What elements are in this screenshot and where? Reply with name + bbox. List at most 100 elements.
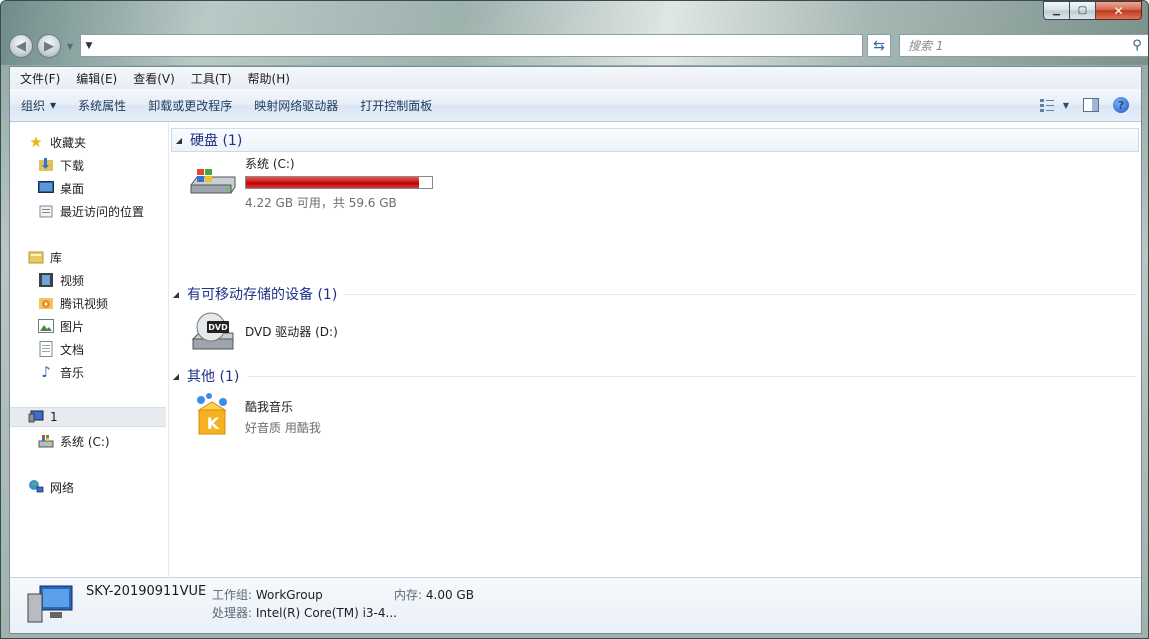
- drive-usage-fill: [246, 177, 419, 188]
- nav-item-downloads[interactable]: 下载: [38, 155, 84, 175]
- workgroup-value: WorkGroup: [255, 588, 323, 602]
- nav-computer-label: 1: [50, 410, 58, 424]
- drive-free-space: 4.22 GB 可用，共 59.6 GB: [245, 196, 397, 210]
- processor-value: Intel(R) Core(TM) i3-4...: [255, 606, 397, 620]
- collapse-triangle-icon[interactable]: ◢: [172, 136, 186, 145]
- documents-icon: [38, 341, 54, 357]
- command-bar: 组织 ▼ 系统属性 卸载或更改程序 映射网络驱动器 打开控制面板 ▼ ?: [10, 89, 1141, 122]
- menu-tools[interactable]: 工具(T): [183, 70, 240, 87]
- back-button[interactable]: ◀: [9, 34, 33, 58]
- group-title: 有可移动存储的设备 (1): [187, 287, 338, 303]
- group-header-removable[interactable]: ◢ 有可移动存储的设备 (1): [169, 283, 1141, 305]
- address-dropdown-icon[interactable]: ▼: [81, 41, 97, 51]
- nav-item-videos[interactable]: 视频: [38, 270, 84, 290]
- drive-name: 系统 (C:): [245, 157, 295, 171]
- nav-item-desktop[interactable]: 桌面: [38, 178, 84, 198]
- dvd-drive-icon: DVD: [191, 312, 234, 350]
- kuwo-info: 酷我音乐 好音质 用酷我: [245, 392, 321, 438]
- video-library-icon: [38, 272, 54, 288]
- workgroup-label: 工作组:: [212, 588, 253, 602]
- processor-field: 处理器: Intel(R) Core(TM) i3-4...: [212, 604, 397, 621]
- view-options-icon: [1039, 99, 1054, 112]
- recent-pages-dropdown[interactable]: ▼: [67, 42, 75, 51]
- nav-item-pictures[interactable]: 图片: [38, 316, 84, 336]
- tencent-video-icon: [38, 295, 54, 311]
- address-bar[interactable]: ▶ 1 ▶ ▼: [80, 34, 863, 545]
- search-box[interactable]: 搜索 1 ⚲: [899, 34, 1148, 57]
- nav-favorites-label: 收藏夹: [50, 135, 87, 150]
- app-name: 酷我音乐: [245, 400, 294, 414]
- maximize-button[interactable]: ▢: [1070, 1, 1096, 20]
- chevron-down-icon: ▼: [50, 100, 57, 110]
- nav-item-music[interactable]: ♪ 音乐: [38, 362, 84, 382]
- explorer-window: ▁ ▢ ✕ ◀ ▶ ▼ ▶ 1 ▶ ▼ ⇆ 搜索 1 ⚲: [0, 0, 1149, 639]
- chevron-down-icon: ▼: [1062, 100, 1069, 110]
- pictures-icon: [38, 318, 54, 334]
- memory-label: 内存:: [394, 588, 423, 602]
- menu-edit[interactable]: 编辑(E): [68, 70, 125, 87]
- system-properties-button[interactable]: 系统属性: [67, 97, 137, 114]
- open-control-panel-button[interactable]: 打开控制面板: [349, 97, 443, 114]
- app-description: 好音质 用酷我: [245, 421, 321, 435]
- group-divider: [247, 375, 1137, 377]
- nav-item-documents[interactable]: 文档: [38, 339, 84, 359]
- drive-tile-c[interactable]: 系统 (C:) 4.22 GB 可用，共 59.6 GB: [187, 155, 433, 211]
- organize-label: 组织: [21, 98, 46, 113]
- collapse-triangle-icon[interactable]: ◢: [169, 290, 183, 299]
- nav-item-label: 最近访问的位置: [60, 204, 145, 219]
- back-arrow-icon: ◀: [16, 38, 26, 54]
- nav-item-label: 图片: [60, 319, 85, 334]
- network-icon: [28, 479, 44, 495]
- hard-drive-icon: [38, 433, 54, 449]
- desktop-icon: [38, 180, 54, 196]
- search-input[interactable]: 搜索 1: [908, 37, 1126, 54]
- processor-label: 处理器:: [212, 606, 253, 620]
- preview-pane-icon[interactable]: [1083, 98, 1099, 112]
- forward-arrow-icon: ▶: [44, 38, 54, 54]
- windows-drive-icon: [190, 169, 236, 194]
- collapse-triangle-icon[interactable]: ◢: [169, 372, 183, 381]
- maximize-icon: ▢: [1077, 5, 1088, 16]
- uninstall-program-button[interactable]: 卸载或更改程序: [137, 97, 243, 114]
- drive-name: DVD 驱动器 (D:): [245, 325, 338, 339]
- map-network-drive-button[interactable]: 映射网络驱动器: [243, 97, 349, 114]
- nav-item-label: 下载: [60, 158, 85, 173]
- computer-name: SKY-20190911VUE: [86, 584, 207, 599]
- search-icon[interactable]: ⚲: [1126, 38, 1148, 53]
- group-divider: [345, 293, 1137, 295]
- memory-field: 内存: 4.00 GB: [394, 586, 474, 603]
- navigation-row: ◀ ▶ ▼ ▶ 1 ▶ ▼ ⇆ 搜索 1 ⚲: [9, 34, 1148, 545]
- refresh-icon: ⇆: [873, 37, 885, 54]
- change-view-button[interactable]: ▼: [1039, 98, 1069, 112]
- close-button[interactable]: ✕: [1096, 1, 1142, 20]
- nav-item-tencent-video[interactable]: 腾讯视频: [38, 293, 108, 313]
- refresh-button[interactable]: ⇆: [867, 34, 891, 57]
- drive-tile-dvd[interactable]: DVD DVD 驱动器 (D:): [187, 309, 338, 355]
- drive-c-info: 系统 (C:) 4.22 GB 可用，共 59.6 GB: [245, 155, 433, 211]
- nav-libraries[interactable]: 库: [28, 247, 62, 267]
- content-pane: ◢ 硬盘 (1) 系统 (C:) 4.22 GB 可用，共 59.6 GB ◢ …: [169, 122, 1141, 577]
- group-title: 其他 (1): [187, 369, 240, 385]
- nav-libraries-label: 库: [50, 250, 63, 265]
- group-header-hard-disks[interactable]: ◢ 硬盘 (1): [171, 128, 1139, 152]
- svg-text:K: K: [207, 414, 220, 433]
- nav-network-label: 网络: [50, 480, 75, 495]
- nav-item-recent-places[interactable]: 最近访问的位置: [38, 201, 144, 221]
- nav-favorites[interactable]: ★ 收藏夹: [28, 132, 86, 152]
- menu-view[interactable]: 查看(V): [125, 70, 183, 87]
- minimize-button[interactable]: ▁: [1043, 1, 1070, 20]
- menu-help[interactable]: 帮助(H): [240, 70, 298, 87]
- organize-button[interactable]: 组织 ▼: [10, 97, 67, 114]
- nav-item-system-drive[interactable]: 系统 (C:): [38, 431, 110, 451]
- app-tile-kuwo[interactable]: K 酷我音乐 好音质 用酷我: [187, 392, 321, 438]
- nav-network[interactable]: 网络: [28, 477, 74, 497]
- nav-computer[interactable]: 1: [10, 407, 166, 427]
- recent-places-icon: [38, 203, 54, 219]
- nav-item-label: 系统 (C:): [60, 434, 110, 449]
- nav-item-label: 腾讯视频: [60, 296, 109, 311]
- music-icon: ♪: [41, 363, 51, 381]
- help-icon[interactable]: ?: [1113, 97, 1129, 113]
- menu-file[interactable]: 文件(F): [12, 70, 68, 87]
- group-header-other[interactable]: ◢ 其他 (1): [169, 365, 1141, 387]
- forward-button[interactable]: ▶: [37, 34, 61, 58]
